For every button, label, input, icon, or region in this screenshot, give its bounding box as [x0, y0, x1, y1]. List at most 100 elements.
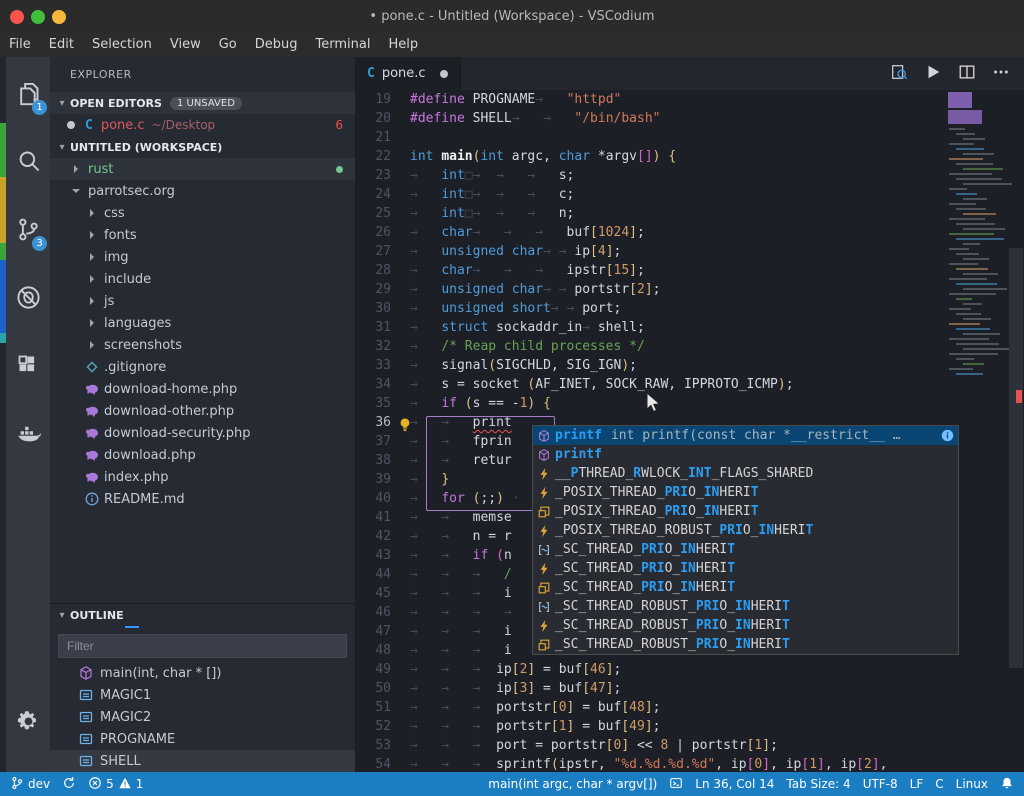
suggest-item[interactable]: _SC_THREAD_PRIO_INHERIT — [533, 578, 958, 597]
code-line-19[interactable]: 19 #define PROGNAME→ "httpd" — [355, 90, 1024, 109]
eol-item[interactable]: LF — [904, 772, 930, 796]
menu-edit[interactable]: Edit — [40, 33, 83, 57]
tree-item-rust[interactable]: rust — [50, 158, 355, 180]
code-line-34[interactable]: 34 → s = socket (AF_INET, SOCK_RAW, IPPRO… — [355, 375, 1024, 394]
tree-item-fonts[interactable]: fonts — [50, 224, 355, 246]
code-line-23[interactable]: 23 → int□→ → → s; — [355, 166, 1024, 185]
more-actions-icon[interactable] — [992, 63, 1010, 85]
code-line-27[interactable]: 27 → unsigned char→ → ip[4]; — [355, 242, 1024, 261]
suggest-item[interactable]: _POSIX_THREAD_ROBUST_PRIO_INHERIT — [533, 521, 958, 540]
suggest-item[interactable]: _SC_THREAD_ROBUST_PRIO_INHERIT — [533, 635, 958, 654]
code-line-25[interactable]: 25 → int□→ → → n; — [355, 204, 1024, 223]
code-line-30[interactable]: 30 → unsigned short→ → port; — [355, 299, 1024, 318]
tree-item-img[interactable]: img — [50, 246, 355, 268]
language-status-item[interactable] — [663, 772, 689, 796]
menu-file[interactable]: File — [0, 33, 40, 57]
explorer-activity-button[interactable]: 1 — [6, 61, 50, 129]
tree-item-download-php[interactable]: download.php — [50, 444, 355, 466]
info-icon[interactable] — [941, 429, 954, 442]
tree-item-parrotsec-org[interactable]: parrotsec.org — [50, 180, 355, 202]
notifications-item[interactable] — [994, 772, 1024, 796]
tree-item-label: download-other.php — [104, 403, 235, 419]
code-line-28[interactable]: 28 → char→ → → ipstr[15]; — [355, 261, 1024, 280]
lightbulb-icon[interactable] — [397, 417, 413, 433]
suggest-item[interactable]: _SC_THREAD_ROBUST_PRIO_INHERIT — [533, 597, 958, 616]
code-line-31[interactable]: 31 → struct sockaddr_in→ shell; — [355, 318, 1024, 337]
debug-activity-button[interactable] — [6, 265, 50, 333]
branch-status-item[interactable]: dev — [0, 772, 56, 796]
menu-debug[interactable]: Debug — [246, 33, 307, 57]
symbol-status-item[interactable]: main(int argc, char * argv[]) — [482, 772, 663, 796]
outline-header[interactable]: ▾ OUTLINE — [50, 604, 355, 626]
code-line-50[interactable]: 50 → → → ip[3] = buf[47]; — [355, 679, 1024, 698]
code-line-24[interactable]: 24 → int□→ → → c; — [355, 185, 1024, 204]
tree-item-include[interactable]: include — [50, 268, 355, 290]
menu-selection[interactable]: Selection — [83, 33, 161, 57]
manage-button[interactable] — [6, 690, 50, 758]
code-line-53[interactable]: 53 → → → port = portstr[0] << 8 | portstr… — [355, 736, 1024, 755]
code-line-29[interactable]: 29 → unsigned char→ → portstr[2]; — [355, 280, 1024, 299]
menu-help[interactable]: Help — [379, 33, 427, 57]
suggest-item[interactable]: printf int printf(const char *__restrict_… — [533, 426, 958, 445]
split-editor-icon[interactable] — [958, 63, 976, 85]
workspace-header[interactable]: ▾ UNTITLED (WORKSPACE) — [50, 136, 355, 158]
menu-go[interactable]: Go — [210, 33, 246, 57]
tree-item-screenshots[interactable]: screenshots — [50, 334, 355, 356]
code-line-26[interactable]: 26 → char→ → → buf[1024]; — [355, 223, 1024, 242]
tree-item-index-php[interactable]: index.php — [50, 466, 355, 488]
problems-status-item[interactable]: 5 1 — [82, 772, 149, 796]
outline-item-main-int-char-[interactable]: main(int, char * []) — [50, 662, 355, 684]
open-preview-icon[interactable] — [890, 63, 908, 85]
source-control-activity-button[interactable]: 3 — [6, 197, 50, 265]
tree-item-readme-md[interactable]: README.md — [50, 488, 355, 510]
tree-item--gitignore[interactable]: .gitignore — [50, 356, 355, 378]
search-activity-button[interactable] — [6, 129, 50, 197]
code-line-49[interactable]: 49 → → → ip[2] = buf[46]; — [355, 660, 1024, 679]
outline-filter-input[interactable] — [58, 634, 347, 658]
code-line-52[interactable]: 52 → → → portstr[1] = buf[49]; — [355, 717, 1024, 736]
cursor-position-item[interactable]: Ln 36, Col 14 — [689, 772, 780, 796]
tree-item-download-security-php[interactable]: download-security.php — [50, 422, 355, 444]
scrollbar-slider[interactable] — [1009, 248, 1023, 668]
menu-view[interactable]: View — [161, 33, 210, 57]
tree-item-download-other-php[interactable]: download-other.php — [50, 400, 355, 422]
suggest-item[interactable]: _SC_THREAD_ROBUST_PRIO_INHERIT — [533, 616, 958, 635]
code-line-51[interactable]: 51 → → → portstr[0] = buf[48]; — [355, 698, 1024, 717]
suggest-item[interactable]: _SC_THREAD_PRIO_INHERIT — [533, 559, 958, 578]
run-code-icon[interactable] — [924, 63, 942, 85]
sync-status-item[interactable] — [56, 772, 82, 796]
suggest-item[interactable]: printf — [533, 445, 958, 464]
minimap-block — [963, 228, 1005, 231]
code-line-21[interactable]: 21 — [355, 128, 1024, 147]
suggest-item[interactable]: _POSIX_THREAD_PRIO_INHERIT — [533, 483, 958, 502]
os-item[interactable]: Linux — [950, 772, 994, 796]
outline-item-progname[interactable]: PROGNAME — [50, 728, 355, 750]
code-line-20[interactable]: 20 #define SHELL→ → "/bin/bash" — [355, 109, 1024, 128]
extensions-activity-button[interactable] — [6, 333, 50, 401]
tree-item-css[interactable]: css — [50, 202, 355, 224]
code-editor[interactable]: 19 #define PROGNAME→ "httpd" 20 #define SHE… — [355, 90, 1024, 772]
code-line-22[interactable]: 22 int main(int argc, char *argv[]) { — [355, 147, 1024, 166]
suggest-item[interactable]: _SC_THREAD_PRIO_INHERIT — [533, 540, 958, 559]
editor-scrollbar[interactable] — [1008, 90, 1024, 772]
code-line-32[interactable]: 32 → /* Reap child processes */ — [355, 337, 1024, 356]
tab-pone-c[interactable]: C pone.c — [355, 57, 461, 90]
tree-item-download-home-php[interactable]: download-home.php — [50, 378, 355, 400]
code-line-33[interactable]: 33 → signal(SIGCHLD, SIG_IGN); — [355, 356, 1024, 375]
code-line-35[interactable]: 35 → if (s == -1) { — [355, 394, 1024, 413]
docker-activity-button[interactable] — [6, 401, 50, 469]
outline-item-magic1[interactable]: MAGIC1 — [50, 684, 355, 706]
tree-item-languages[interactable]: languages — [50, 312, 355, 334]
outline-item-magic2[interactable]: MAGIC2 — [50, 706, 355, 728]
open-editor-item[interactable]: C pone.c ~/Desktop 6 — [50, 114, 355, 136]
encoding-item[interactable]: UTF-8 — [857, 772, 904, 796]
menu-terminal[interactable]: Terminal — [307, 33, 380, 57]
tab-size-item[interactable]: Tab Size: 4 — [780, 772, 856, 796]
language-mode-item[interactable]: C — [929, 772, 949, 796]
outline-item-shell[interactable]: SHELL — [50, 750, 355, 772]
code-line-54[interactable]: 54 → → → sprintf(ipstr, "%d.%d.%d.%d", ip… — [355, 755, 1024, 772]
open-editors-header[interactable]: ▾ OPEN EDITORS 1 UNSAVED — [50, 92, 355, 114]
suggest-item[interactable]: __PTHREAD_RWLOCK_INT_FLAGS_SHARED — [533, 464, 958, 483]
suggest-item[interactable]: _POSIX_THREAD_PRIO_INHERIT — [533, 502, 958, 521]
tree-item-js[interactable]: js — [50, 290, 355, 312]
